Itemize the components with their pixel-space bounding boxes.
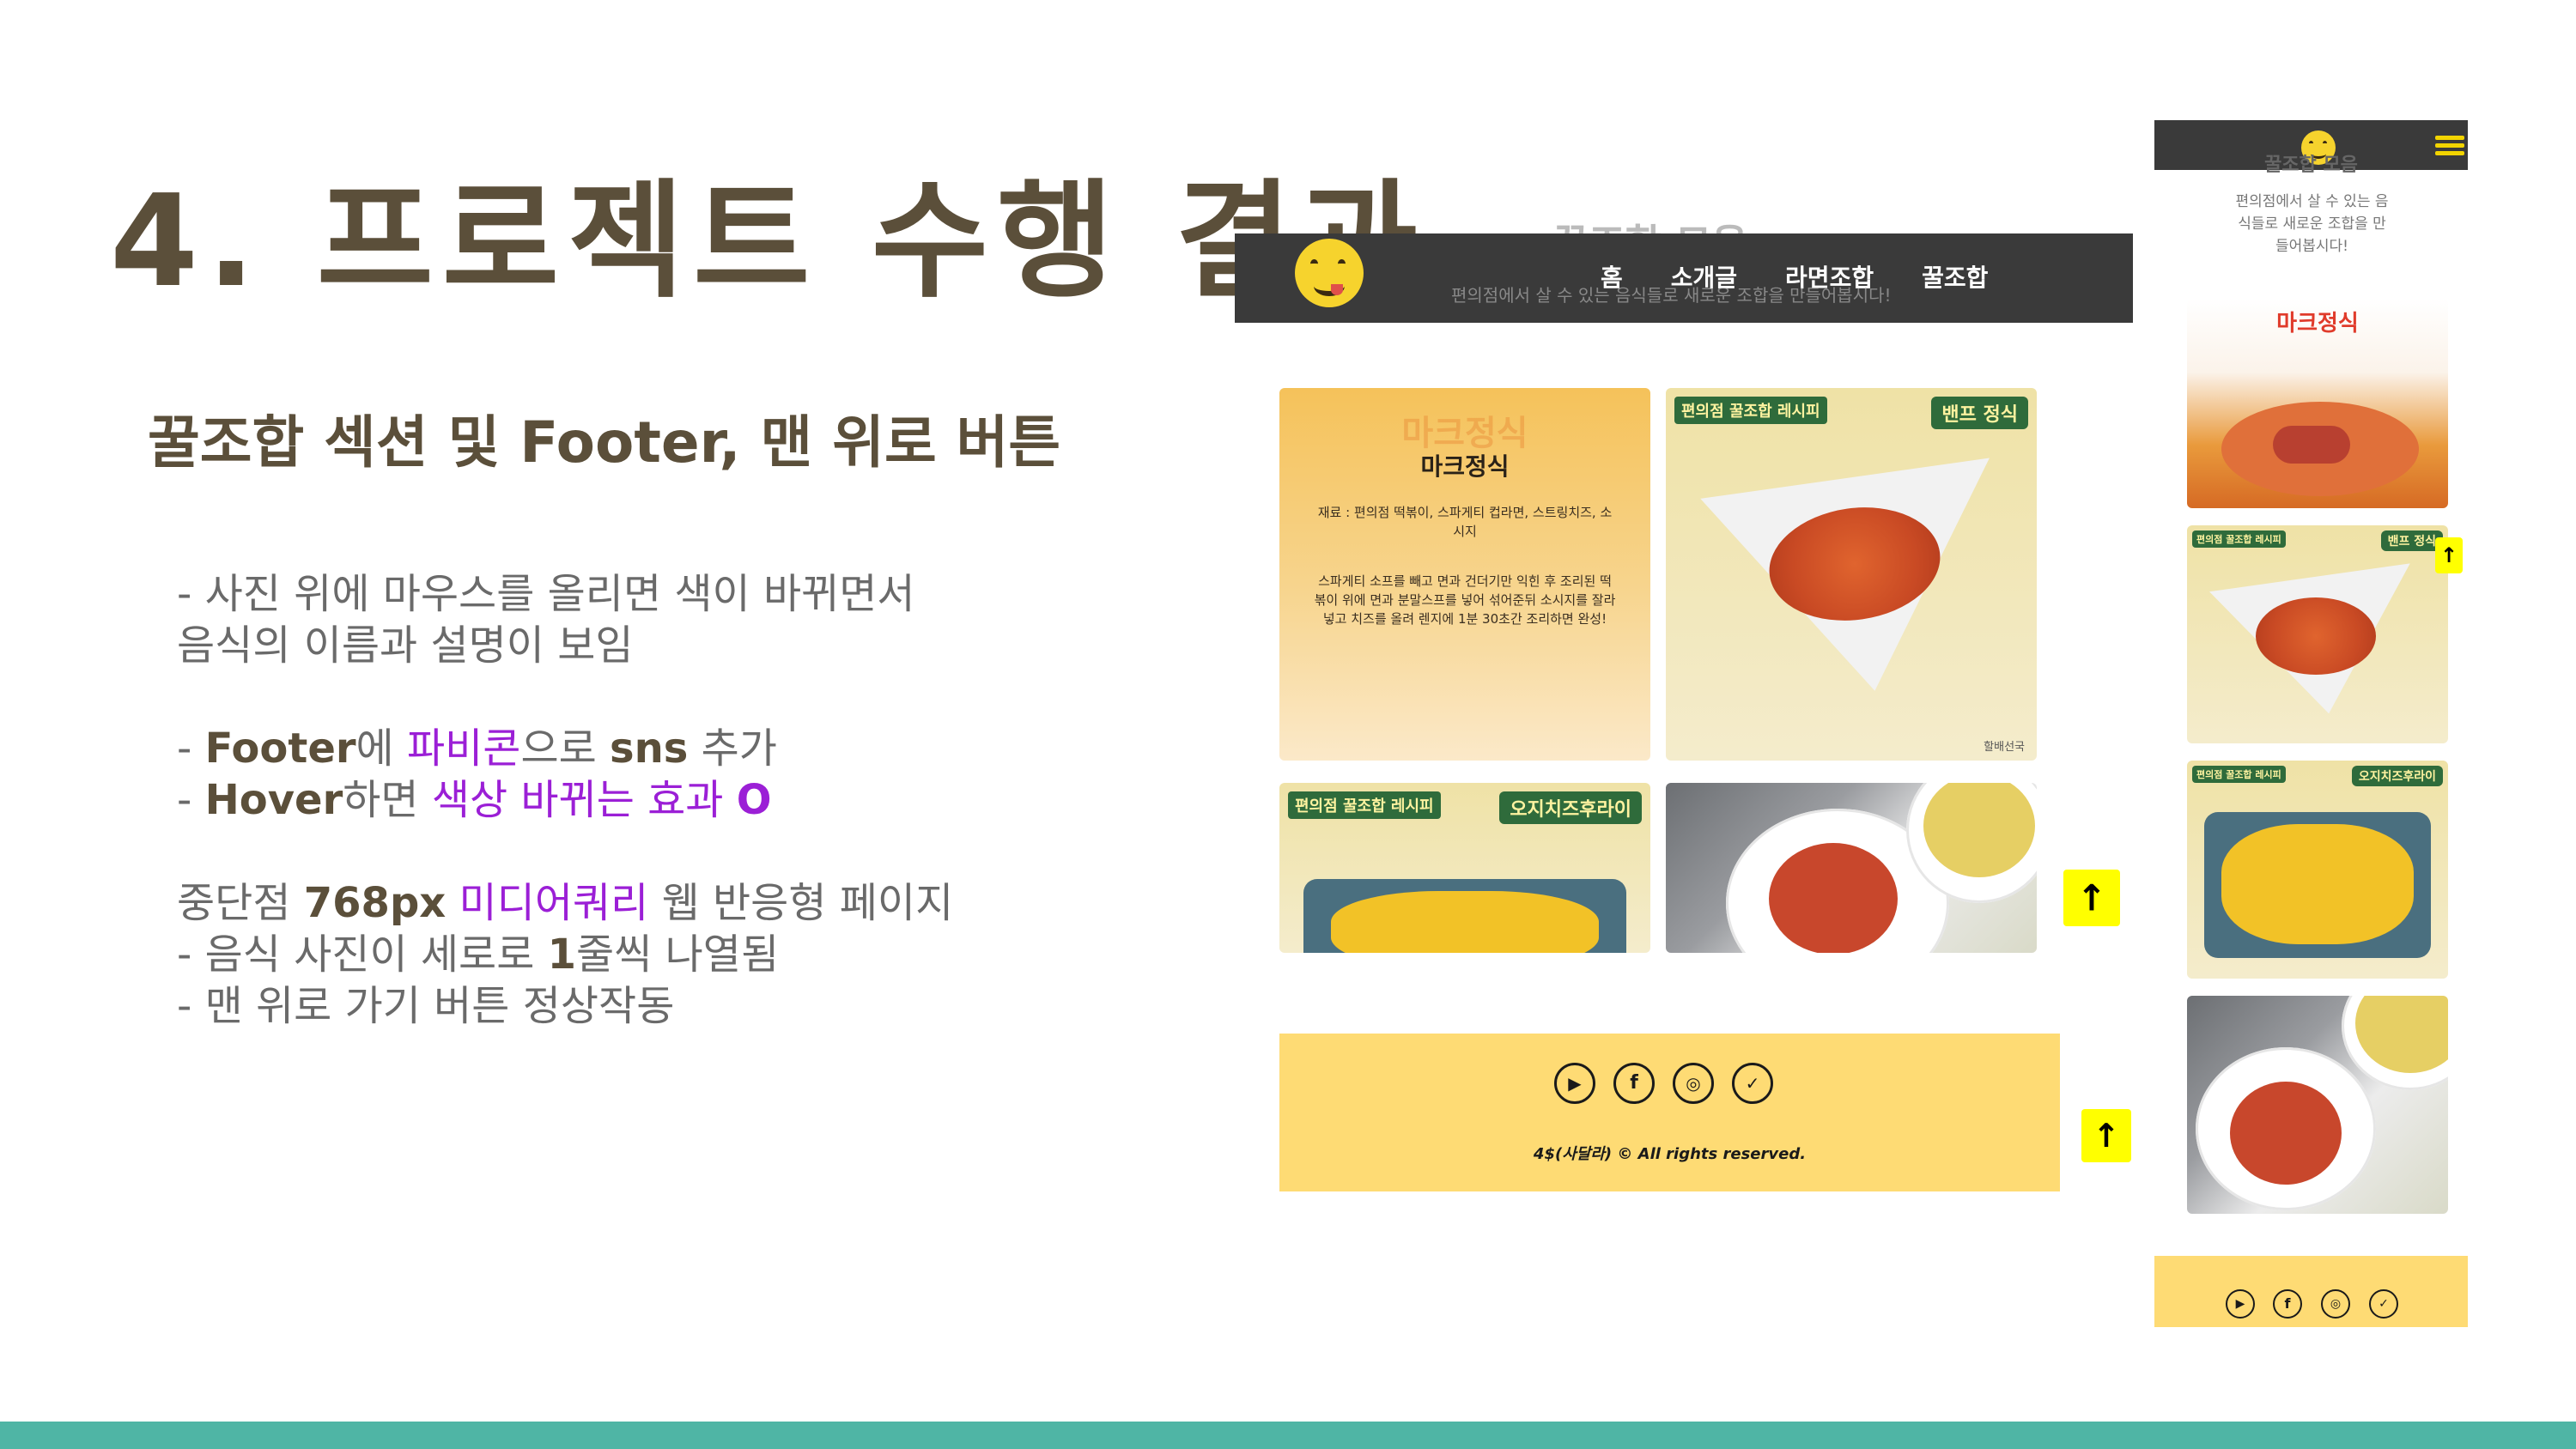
desc-line-hover-effect: - Hover하면 색상 바뀌는 효과 O — [177, 776, 772, 824]
nav-item-combo[interactable]: 꿀조합 — [1922, 259, 1988, 294]
card-recipe: 스파게티 소프를 빼고 면과 건더기만 익힌 후 조리된 떡볶이 위에 면과 분… — [1314, 573, 1616, 627]
card-name-tag: 오지치즈후라이 — [1499, 791, 1642, 824]
youtube-icon[interactable]: ▶ — [2226, 1289, 2255, 1319]
pasta-image — [1769, 843, 1898, 953]
facebook-icon[interactable]: f — [2273, 1289, 2302, 1319]
slide-title: 4. 프로젝트 수행 결과 — [110, 167, 1427, 315]
desktop-footer — [1279, 1034, 2060, 1191]
scroll-top-button[interactable]: ↑ — [2063, 870, 2120, 926]
card-name-tag: 오지치즈후라이 — [2351, 766, 2443, 786]
mobile-card-pasta[interactable] — [2187, 996, 2448, 1214]
card-badge: 편의점 꿀조합 레시피 — [1288, 791, 1441, 819]
combo-card-benf[interactable]: 편의점 꿀조합 레시피 밴프 정식 할배선국 — [1666, 388, 2037, 761]
pasta-image — [2230, 1082, 2342, 1185]
combo-card-pasta[interactable] — [1666, 783, 2037, 953]
twitter-icon[interactable]: ✓ — [2369, 1289, 2398, 1319]
cheese-image — [1331, 891, 1599, 953]
card-badge: 편의점 꿀조합 레시피 — [2192, 530, 2286, 548]
slide-subtitle: 꿀조합 섹션 및 Footer, 맨 위로 버튼 — [148, 409, 1061, 476]
desc-line-footer: - Footer에 파비콘으로 sns 추가 — [177, 724, 777, 773]
desc-line-media: 중단점 768px 미디어쿼리 웹 반응형 페이지 — [177, 879, 954, 927]
card-credit: 할배선국 — [1984, 741, 2025, 754]
instagram-icon[interactable]: ◎ — [1673, 1063, 1714, 1104]
facebook-icon[interactable]: f — [1613, 1063, 1655, 1104]
mobile-ghost-title: 꿀조합 모음 — [2264, 155, 2358, 176]
arrow-up-icon: ↑ — [2076, 876, 2107, 919]
desc-line-photos: - 음식 사진이 세로로 1줄씩 나열됨 — [177, 931, 780, 979]
mobile-card-benf[interactable]: 편의점 꿀조합 레시피 밴프 정식 — [2187, 525, 2448, 743]
footer-copyright: 4$(사달라) © All rights reserved. — [1533, 1145, 1807, 1163]
card-name-tag: 밴프 정식 — [2380, 530, 2443, 551]
combo-card-mark[interactable]: 마크정식 마크정식 재료 : 편의점 떡볶이, 스파게티 컵라면, 스트링치즈,… — [1279, 388, 1650, 761]
bottom-accent-bar — [0, 1422, 2576, 1449]
mobile-card-mark[interactable]: 마크정식 — [2187, 299, 2448, 508]
youtube-icon[interactable]: ▶ — [1554, 1063, 1595, 1104]
sausage-image — [2273, 426, 2350, 464]
desc-line-hover: - 사진 위에 마우스를 올리면 색이 바뀌면서 — [177, 570, 915, 618]
card-badge: 편의점 꿀조합 레시피 — [2192, 766, 2286, 783]
logo-smiley-icon[interactable] — [1295, 239, 1364, 307]
card-name: 마크정식 — [1420, 452, 1510, 481]
scroll-top-button[interactable]: ↑ — [2435, 537, 2463, 573]
twitter-icon[interactable]: ✓ — [1732, 1063, 1773, 1104]
tteokbokki-image — [2256, 597, 2376, 675]
cheese-image — [2221, 824, 2414, 944]
card-ingredients: 재료 : 편의점 떡볶이, 스파게티 컵라면, 스트링치즈, 소시지 — [1317, 505, 1613, 539]
arrow-up-icon: ↑ — [2439, 543, 2458, 567]
desc-line-button: - 맨 위로 가기 버튼 정상작동 — [177, 982, 675, 1030]
combo-card-origi[interactable]: 편의점 꿀조합 레시피 오지치즈후라이 — [1279, 783, 1650, 953]
card-name-tag: 밴프 정식 — [1931, 397, 2028, 429]
mobile-section-desc: 편의점에서 살 수 있는 음식들로 새로운 조합을 만들어봅시다! — [2235, 193, 2389, 255]
card-name-tag: 마크정식 — [2276, 311, 2359, 336]
mobile-footer — [2154, 1256, 2468, 1327]
card-badge: 편의점 꿀조합 레시피 — [1674, 397, 1827, 424]
desc-line-name: 음식의 이름과 설명이 보임 — [177, 621, 634, 670]
mobile-card-origi[interactable]: 편의점 꿀조합 레시피 오지치즈후라이 — [2187, 761, 2448, 979]
description-block: - 사진 위에 마우스를 올리면 색이 바뀌면서 음식의 이름과 설명이 보임 … — [177, 568, 953, 1032]
instagram-icon[interactable]: ◎ — [2321, 1289, 2350, 1319]
ghost-section-desc: 편의점에서 살 수 있는 음식들로 새로운 조합을 만들어봅시다! — [1451, 285, 1892, 306]
scroll-top-button[interactable]: ↑ — [2081, 1109, 2131, 1162]
arrow-up-icon: ↑ — [2093, 1117, 2120, 1155]
